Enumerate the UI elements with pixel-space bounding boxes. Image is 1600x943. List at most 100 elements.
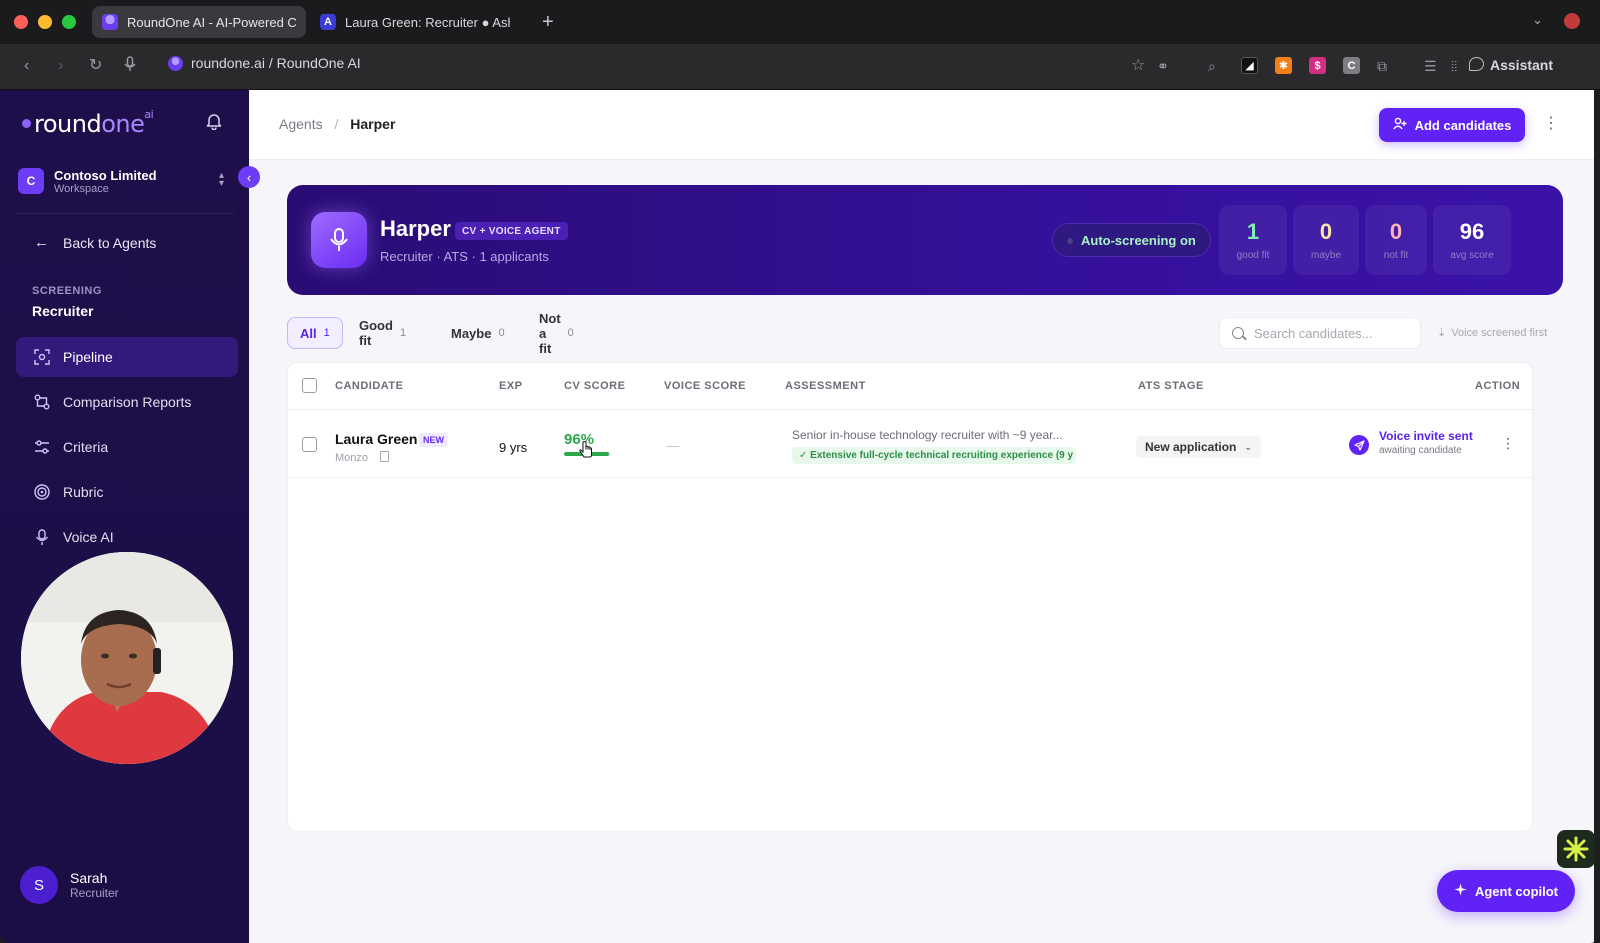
chevron-left-icon: ‹ [246, 169, 252, 185]
column-header-voice-score[interactable]: VOICE SCORE [664, 380, 746, 392]
chevron-down-icon: ⌄ [1244, 441, 1252, 452]
candidate-company: Monzo [335, 452, 369, 464]
sidebar-item-pipeline[interactable]: Pipeline [16, 337, 238, 377]
starburst-widget-icon[interactable] [1557, 830, 1595, 868]
collapse-sidebar-button[interactable]: ‹ [238, 166, 260, 188]
stat-avg-score: 96 avg score [1433, 205, 1511, 275]
column-header-cv-score[interactable]: CV SCORE [564, 380, 625, 392]
main-content: Agents / Harper Add candidates ⋮ Harper … [249, 90, 1594, 943]
candidate-name[interactable]: Laura Green [335, 431, 417, 447]
notifications-bell-icon[interactable] [206, 112, 222, 131]
browser-tab-ashby[interactable]: A Laura Green: Recruiter ● Ash [310, 6, 520, 38]
filter-good-fit[interactable]: Good fit 1 [347, 317, 418, 349]
more-options-icon[interactable]: ⋮ [1543, 114, 1559, 134]
search-input[interactable]: Search candidates... [1219, 317, 1421, 349]
auto-screening-label: Auto-screening on [1081, 232, 1196, 248]
extension-icon[interactable]: ◢ [1241, 57, 1258, 74]
add-candidates-label: Add candidates [1414, 117, 1512, 133]
mouse-pointer-icon [579, 441, 593, 462]
stat-not-fit: 0 not fit [1365, 205, 1427, 275]
hubspot-extension-icon[interactable]: ✱ [1275, 57, 1292, 74]
assessment-tag: ✓ Extensive full-cycle technical recruit… [792, 447, 1076, 464]
avatar: S [20, 866, 58, 904]
forward-arrow-icon[interactable]: › [58, 56, 63, 76]
ats-stage-dropdown[interactable]: New application ⌄ [1136, 436, 1261, 458]
user-profile[interactable]: S Sarah Recruiter [20, 866, 119, 904]
status-dot-icon [1067, 238, 1073, 244]
reload-icon[interactable]: ↻ [89, 56, 102, 76]
tab-title: Laura Green: Recruiter ● Ash [345, 14, 510, 30]
sidebar-item-comparison-reports[interactable]: Comparison Reports [16, 382, 238, 422]
filter-count: 0 [498, 327, 505, 339]
workspace-name: Contoso Limited [54, 167, 157, 183]
stat-value: 96 [1459, 219, 1485, 244]
column-header-candidate[interactable]: CANDIDATE [335, 380, 403, 392]
top-bar: Agents / Harper Add candidates ⋮ [249, 90, 1594, 160]
divider [16, 213, 234, 214]
filter-count: 1 [399, 327, 407, 339]
maximize-window-button[interactable] [62, 15, 76, 29]
list-icon[interactable]: ☰ [1424, 56, 1437, 76]
column-header-action: ACTION [1475, 380, 1521, 392]
extension-icon[interactable]: C [1343, 57, 1360, 74]
add-candidates-button[interactable]: Add candidates [1379, 108, 1525, 142]
tab-list-chevron-icon[interactable]: ⌄ [1532, 12, 1543, 28]
sort-voice-screened-first[interactable]: ⇣ Voice screened first [1437, 326, 1547, 339]
back-to-agents-link[interactable]: ← Back to Agents [34, 234, 156, 251]
webcam-overlay [21, 552, 233, 764]
profile-avatar[interactable] [1564, 13, 1580, 29]
agent-copilot-button[interactable]: Agent copilot [1437, 870, 1575, 912]
sparkle-icon [1454, 883, 1467, 899]
filter-count: 1 [323, 327, 330, 339]
row-checkbox[interactable] [302, 437, 317, 452]
url-text: roundone.ai / RoundOne AI [191, 55, 361, 71]
filter-all[interactable]: All 1 [287, 317, 343, 349]
candidates-table: CANDIDATE EXP CV SCORE VOICE SCORE ASSES… [287, 362, 1534, 832]
sidebar-item-criteria[interactable]: Criteria [16, 427, 238, 467]
window-edge [1594, 90, 1600, 943]
filter-not-a-fit[interactable]: Not a fit 0 [527, 311, 586, 356]
tab-title: RoundOne AI - AI-Powered C [127, 14, 296, 30]
bookmark-star-icon[interactable]: ☆ [1131, 56, 1145, 76]
close-window-button[interactable] [14, 15, 28, 29]
assessment-summary: Senior in-house technology recruiter wit… [792, 428, 1063, 442]
agent-copilot-label: Agent copilot [1474, 883, 1559, 899]
voice-invite-substatus: awaiting candidate [1379, 445, 1462, 456]
auto-screening-toggle[interactable]: Auto-screening on [1052, 223, 1211, 257]
lens-icon[interactable]: ⌕ [1208, 56, 1216, 76]
new-tab-button[interactable]: + [542, 9, 554, 35]
breadcrumb-separator: / [334, 116, 339, 132]
workspace-switcher[interactable]: C Contoso Limited Workspace ▴ ▾ [18, 160, 228, 202]
microphone-icon[interactable] [124, 56, 136, 78]
send-icon [1349, 435, 1369, 455]
mic-icon [33, 528, 51, 546]
assistant-button[interactable]: Assistant [1490, 57, 1553, 73]
sidebar-item-label: Voice AI [63, 529, 114, 545]
stat-value: 1 [1246, 219, 1260, 244]
puzzle-icon[interactable]: ⧉ [1377, 56, 1387, 76]
minimize-window-button[interactable] [38, 15, 52, 29]
agent-subtitle: Recruiter · ATS · 1 applicants [380, 249, 549, 264]
workspace-sub: Workspace [54, 182, 109, 195]
new-badge: NEW [419, 433, 448, 447]
audio-wave-icon[interactable]: ⦙⦙ [1451, 56, 1457, 76]
url-field[interactable]: roundone.ai / RoundOne AI [168, 55, 361, 71]
breadcrumb-agents[interactable]: Agents [279, 116, 323, 132]
cv-document-icon[interactable] [380, 451, 389, 462]
voice-invite-status[interactable]: Voice invite sent [1379, 429, 1473, 443]
sidebar-item-voice-ai[interactable]: Voice AI [16, 517, 238, 557]
table-row[interactable]: Laura Green NEW Monzo 9 yrs 96% — Senior… [288, 410, 1534, 478]
link-icon[interactable]: ⚭ [1157, 56, 1169, 76]
logo-ai: ai [144, 108, 154, 121]
sidebar-item-rubric[interactable]: Rubric [16, 472, 238, 512]
select-all-checkbox[interactable] [302, 378, 317, 393]
column-header-ats-stage[interactable]: ATS STAGE [1138, 380, 1204, 392]
back-arrow-icon[interactable]: ‹ [24, 56, 29, 76]
extension-icon[interactable]: $ [1309, 57, 1326, 74]
agent-mic-icon [311, 212, 367, 268]
column-header-exp[interactable]: EXP [499, 380, 523, 392]
stat-value: 0 [1389, 219, 1403, 244]
filter-maybe[interactable]: Maybe 0 [439, 317, 517, 349]
row-more-options-icon[interactable]: ⋮ [1501, 434, 1515, 452]
browser-tab-roundone[interactable]: RoundOne AI - AI-Powered C [92, 6, 306, 38]
